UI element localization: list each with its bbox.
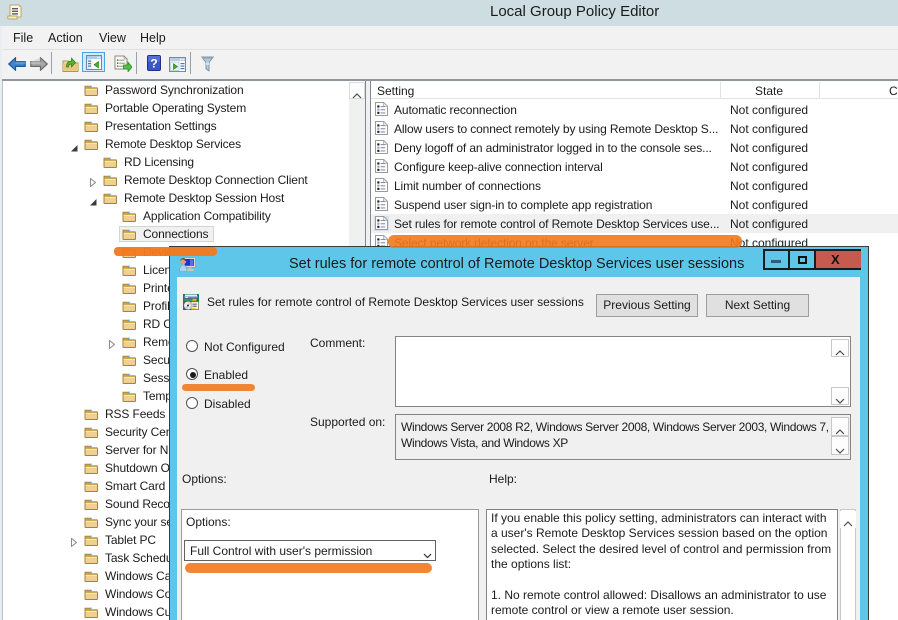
svg-text:?: ? (150, 57, 157, 71)
